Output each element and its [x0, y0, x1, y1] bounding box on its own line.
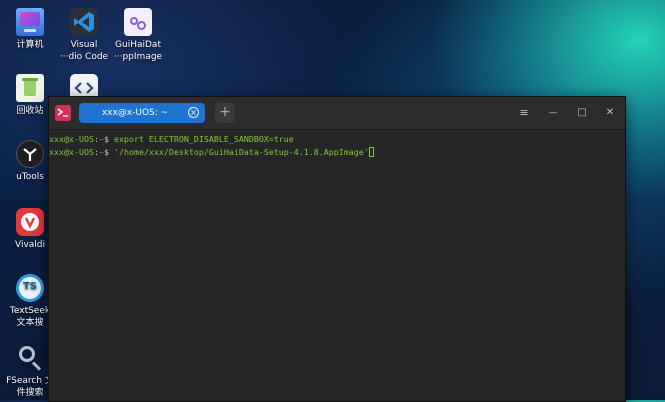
- minimize-icon[interactable]: —: [545, 105, 561, 121]
- desktop-icon-label: 计算机: [16, 40, 44, 50]
- command-text: '/home/xxx/Desktop/GuiHaiData-Setup-4.1.…: [113, 147, 369, 157]
- computer-icon: [16, 8, 44, 36]
- desktop-icon-label-line1: Visual: [70, 40, 98, 50]
- desktop-icon-vscode[interactable]: Visual ···dio Code: [54, 8, 114, 63]
- tab-terminal-session[interactable]: xxx@x-UOS: ~ ×: [79, 103, 205, 123]
- trash-icon: [16, 74, 44, 102]
- desktop-icon-appimage[interactable]: GuiHaiDat ···ppImage: [108, 8, 168, 63]
- menu-icon[interactable]: ≡: [516, 105, 532, 121]
- terminal-line: xxx@x-UOS:~$ '/home/xxx/Desktop/GuiHaiDa…: [49, 146, 625, 159]
- maximize-icon[interactable]: □: [574, 105, 590, 121]
- terminal-cursor: [368, 147, 374, 157]
- new-tab-button[interactable]: +: [215, 103, 235, 123]
- vivaldi-icon: [16, 208, 44, 236]
- terminal-output[interactable]: xxx@x-UOS:~$ export ELECTRON_DISABLE_SAN…: [49, 130, 625, 159]
- terminal-line: xxx@x-UOS:~$ export ELECTRON_DISABLE_SAN…: [49, 134, 294, 144]
- fsearch-icon: [16, 344, 44, 372]
- textseek-icon: TS: [16, 274, 44, 302]
- appimage-icon: [124, 8, 152, 36]
- desktop-icon-label-line2: ···dio Code: [59, 52, 109, 62]
- prompt-user: xxx@x-UOS: [49, 134, 94, 144]
- prompt-user: xxx@x-UOS: [49, 147, 94, 157]
- vscode-icon: [70, 8, 98, 36]
- utools-icon: [16, 140, 44, 168]
- terminal-app-icon: [55, 105, 71, 121]
- desktop-icon-computer[interactable]: 计算机: [0, 8, 60, 51]
- terminal-window[interactable]: xxx@x-UOS: ~ × + ≡ — □ ✕ xxx@x-UOS:~$ ex…: [48, 96, 626, 402]
- desktop-icon-label-line2: ···ppImage: [113, 52, 163, 62]
- command-text: export ELECTRON_DISABLE_SANDBOX=true: [113, 134, 294, 144]
- tab-close-icon[interactable]: ×: [188, 107, 199, 118]
- close-icon[interactable]: ✕: [602, 105, 618, 121]
- tab-label: xxx@x-UOS: ~: [101, 108, 169, 118]
- desktop-icon-label-line1: GuiHaiDat: [115, 40, 161, 50]
- terminal-titlebar[interactable]: xxx@x-UOS: ~ × + ≡ — □ ✕: [49, 97, 625, 130]
